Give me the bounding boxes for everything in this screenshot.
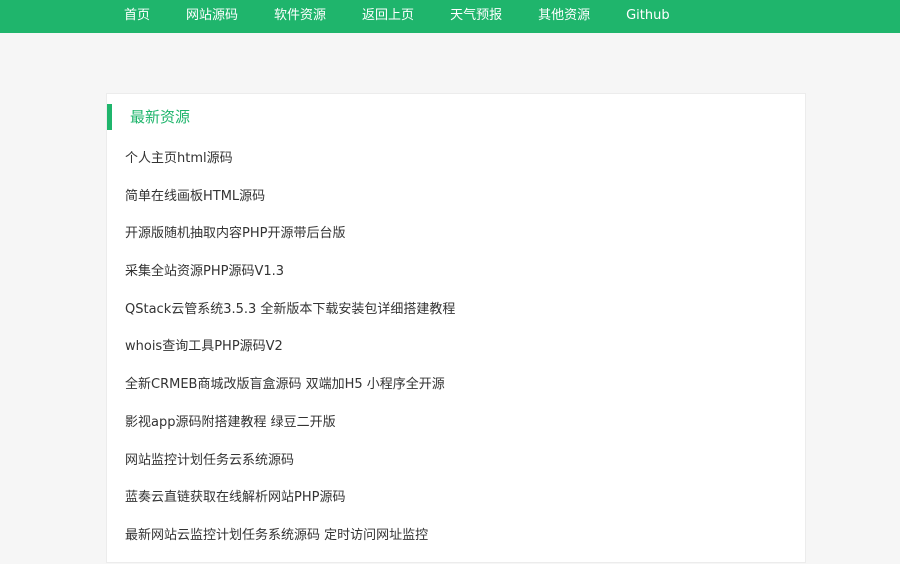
resource-link[interactable]: whois查询工具PHP源码V2 xyxy=(125,339,283,354)
list-item: 开源版随机抽取内容PHP开源带后台版 xyxy=(125,224,455,262)
list-item: 蓝奏云直链获取在线解析网站PHP源码 xyxy=(125,488,455,526)
top-navigation-bar: 首页 网站源码 软件资源 返回上页 天气预报 其他资源 Github xyxy=(0,0,900,33)
list-item: 个人主页html源码 xyxy=(125,149,455,187)
nav-item-website-source[interactable]: 网站源码 xyxy=(186,0,238,33)
resource-list: 个人主页html源码 简单在线画板HTML源码 开源版随机抽取内容PHP开源带后… xyxy=(125,149,455,564)
resource-link[interactable]: 个人主页html源码 xyxy=(125,151,233,166)
nav-item-weather[interactable]: 天气预报 xyxy=(450,0,502,33)
list-item: whois查询工具PHP源码V2 xyxy=(125,337,455,375)
latest-resources-panel: 最新资源 个人主页html源码 简单在线画板HTML源码 开源版随机抽取内容PH… xyxy=(106,93,806,563)
list-item: 全新CRMEB商城改版盲盒源码 双端加H5 小程序全开源 xyxy=(125,375,455,413)
list-item: 采集全站资源PHP源码V1.3 xyxy=(125,262,455,300)
list-item: 简单在线画板HTML源码 xyxy=(125,187,455,225)
nav-item-other[interactable]: 其他资源 xyxy=(538,0,590,33)
resource-link[interactable]: 全新CRMEB商城改版盲盒源码 双端加H5 小程序全开源 xyxy=(125,377,445,392)
nav-item-software[interactable]: 软件资源 xyxy=(274,0,326,33)
resource-link[interactable]: 采集全站资源PHP源码V1.3 xyxy=(125,264,284,279)
nav-item-home[interactable]: 首页 xyxy=(124,0,150,33)
resource-link[interactable]: 开源版随机抽取内容PHP开源带后台版 xyxy=(125,226,345,241)
nav-item-back[interactable]: 返回上页 xyxy=(362,0,414,33)
resource-link[interactable]: 最新网站云监控计划任务系统源码 定时访问网址监控 xyxy=(125,528,428,543)
resource-link[interactable]: QStack云管系统3.5.3 全新版本下载安装包详细搭建教程 xyxy=(125,302,455,317)
panel-title: 最新资源 xyxy=(130,108,191,126)
list-item: 网站监控计划任务云系统源码 xyxy=(125,451,455,489)
resource-link[interactable]: 简单在线画板HTML源码 xyxy=(125,189,265,204)
nav-menu: 首页 网站源码 软件资源 返回上页 天气预报 其他资源 Github xyxy=(124,0,706,33)
resource-link[interactable]: 网站监控计划任务云系统源码 xyxy=(125,453,294,468)
resource-link[interactable]: 蓝奏云直链获取在线解析网站PHP源码 xyxy=(125,490,345,505)
nav-item-github[interactable]: Github xyxy=(626,0,670,33)
list-item: QStack云管系统3.5.3 全新版本下载安装包详细搭建教程 xyxy=(125,300,455,338)
resource-link[interactable]: 影视app源码附搭建教程 绿豆二开版 xyxy=(125,415,336,430)
list-item: 影视app源码附搭建教程 绿豆二开版 xyxy=(125,413,455,451)
list-item: 最新网站云监控计划任务系统源码 定时访问网址监控 xyxy=(125,526,455,564)
panel-accent-bar xyxy=(107,104,112,130)
